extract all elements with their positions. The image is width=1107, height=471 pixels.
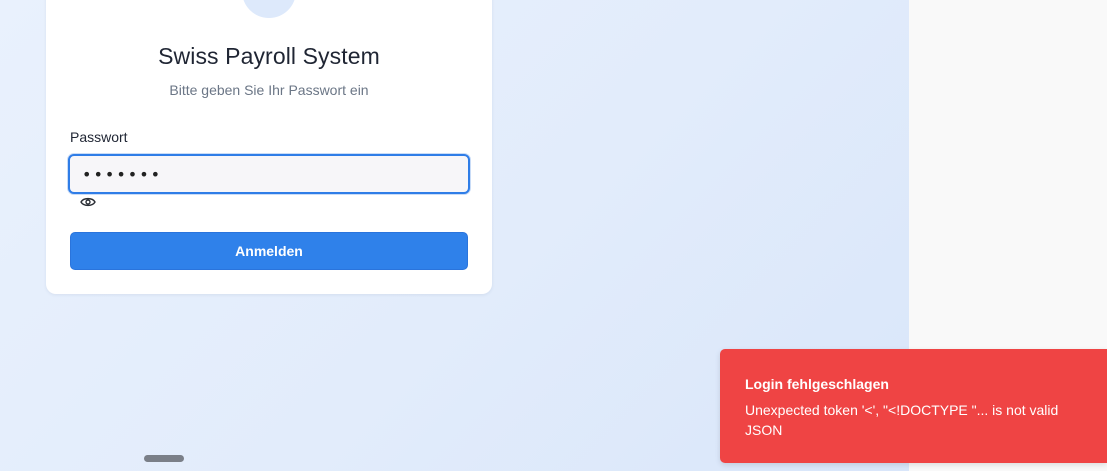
toast-title: Login fehlgeschlagen [745, 376, 889, 392]
error-toast[interactable]: Login fehlgeschlagen Unexpected token '<… [720, 349, 1107, 463]
login-button[interactable]: Anmelden [70, 232, 468, 270]
scroll-handle[interactable] [144, 455, 184, 462]
page-title: Swiss Payroll System [158, 43, 380, 69]
toast-message: Unexpected token '<', "<!DOCTYPE "... is… [745, 402, 1059, 438]
password-label: Passwort [70, 129, 128, 145]
eye-icon[interactable] [80, 195, 96, 209]
page-subtitle: Bitte geben Sie Ihr Passwort ein [169, 82, 369, 98]
password-input[interactable] [68, 154, 470, 194]
